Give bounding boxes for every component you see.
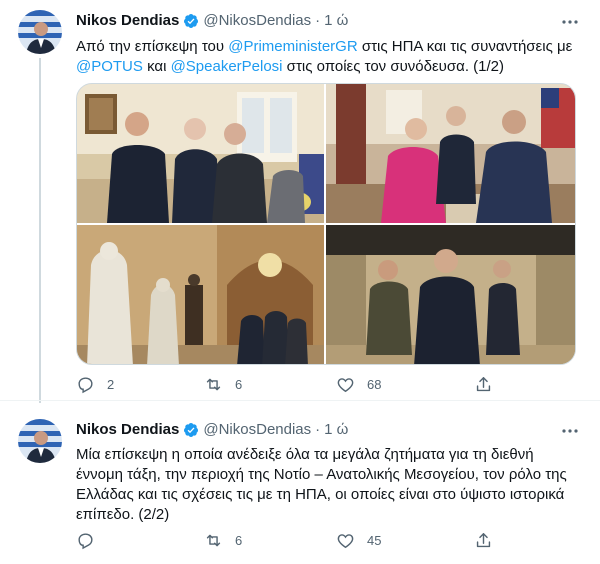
retweet-button[interactable]: 6 [204,375,242,394]
share-button[interactable] [474,375,493,394]
reply-count: 2 [107,377,115,392]
tweet-text: Από την επίσκεψη του @PrimeministerGR στ… [76,37,576,77]
mention-primeminister[interactable]: @PrimeministerGR [228,38,357,55]
photo-statuary-hall[interactable] [77,225,324,364]
retweet-count: 6 [235,377,243,392]
text-part: στις οποίες τον συνόδευσα. (1/2) [282,58,504,75]
tweet-text: Μία επίσκεψη η οποία ανέδειξε όλα τα μεγ… [76,446,567,523]
tweet-header: Nikos Dendias @NikosDendias · 1 ώ [76,12,348,29]
reply-icon [78,377,93,394]
text-part: στις ΗΠΑ και τις συναντήσεις με [357,38,573,55]
author-name[interactable]: Nikos Dendias [76,421,179,438]
photo-oval-office[interactable] [77,84,324,223]
separator: · [315,421,321,438]
retweet-icon [206,534,221,547]
share-button[interactable] [474,531,493,550]
reply-icon [78,533,93,550]
reply-button[interactable] [76,531,95,550]
retweet-button[interactable]: 6 [204,531,242,550]
tweet-1[interactable]: Nikos Dendias @NikosDendias · 1 ώ Από τη… [0,0,600,403]
mention-speakerpelosi[interactable]: @SpeakerPelosi [171,58,283,75]
tweet-actions: 6 45 [76,531,496,553]
media-grid [76,83,576,365]
separator: · [315,12,321,29]
thread-line [39,58,41,403]
photo-capitol-corridor[interactable] [326,225,575,364]
like-button[interactable]: 68 [336,375,381,394]
like-count: 45 [367,533,382,548]
author-handle[interactable]: @NikosDendias [203,12,311,29]
avatar[interactable] [18,10,62,54]
text-part: Από την επίσκεψη του [76,38,229,55]
like-button[interactable]: 45 [336,531,381,550]
author-name[interactable]: Nikos Dendias [76,12,179,29]
timestamp[interactable]: 1 ώ [324,12,348,29]
tweet-2[interactable]: Nikos Dendias @NikosDendias · 1 ώ Μία επ… [0,400,600,564]
mention-potus[interactable]: @POTUS [76,58,143,75]
photo-pelosi-meeting[interactable] [326,84,575,223]
verified-badge-icon [183,13,199,29]
more-icon[interactable] [560,12,580,32]
retweet-count: 6 [235,533,243,548]
tweet-actions: 2 6 68 [76,375,496,397]
like-icon [337,378,354,393]
like-icon [337,534,354,549]
tweet-header: Nikos Dendias @NikosDendias · 1 ώ [76,421,348,438]
share-icon [476,533,491,548]
text-part: και [142,58,171,75]
like-count: 68 [367,377,382,392]
timestamp[interactable]: 1 ώ [324,421,348,438]
more-icon[interactable] [560,421,580,441]
author-handle[interactable]: @NikosDendias [203,421,311,438]
reply-button[interactable]: 2 [76,375,114,394]
share-icon [476,377,491,392]
verified-badge-icon [183,422,199,438]
retweet-icon [206,378,221,391]
avatar[interactable] [18,419,62,463]
